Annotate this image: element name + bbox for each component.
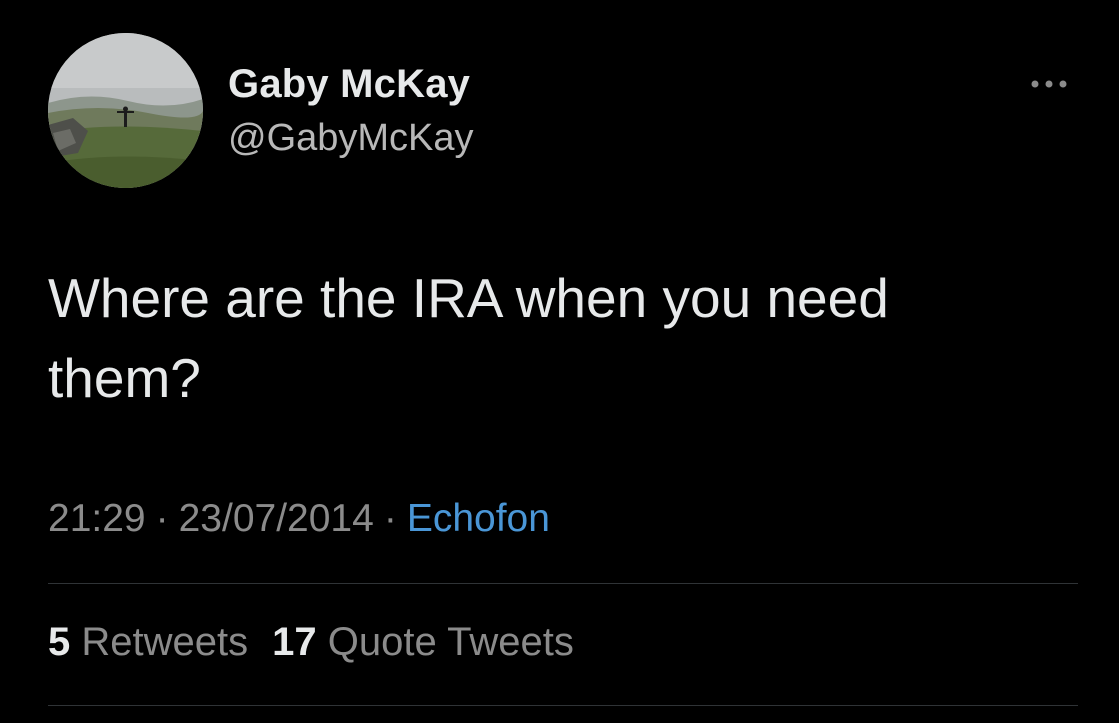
retweets-label: Retweets [81,620,249,664]
retweets-stat[interactable]: 5 Retweets [48,620,248,664]
author-display-name[interactable]: Gaby McKay [228,62,470,107]
meta-separator: · [383,497,397,540]
engagement-stats: 5 Retweets 17 Quote Tweets [48,620,574,665]
tweet-text: Where are the IRA when you need them? [48,258,1048,418]
tweet-detail: Gaby McKay @GabyMcKay Where are the IRA … [0,0,1119,723]
tweet-text-line-1: Where are the IRA when you need [48,267,889,329]
divider [48,705,1078,706]
author-avatar[interactable] [48,33,203,188]
author-handle[interactable]: @GabyMcKay [228,117,474,160]
tweet-text-line-2: them? [48,347,201,409]
divider [48,583,1078,584]
quote-tweets-label: Quote Tweets [327,620,574,664]
tweet-source-link[interactable]: Echofon [407,497,550,540]
tweet-date[interactable]: 23/07/2014 [179,497,374,540]
more-options-icon[interactable] [1025,70,1073,98]
meta-separator: · [155,497,169,540]
retweets-count: 5 [48,620,71,664]
tweet-metadata: 21:29 · 23/07/2014 · Echofon [48,497,550,541]
quote-tweets-count: 17 [272,620,317,664]
quote-tweets-stat[interactable]: 17 Quote Tweets [272,620,574,664]
tweet-time[interactable]: 21:29 [48,497,146,540]
avatar-photo-icon [48,33,203,188]
